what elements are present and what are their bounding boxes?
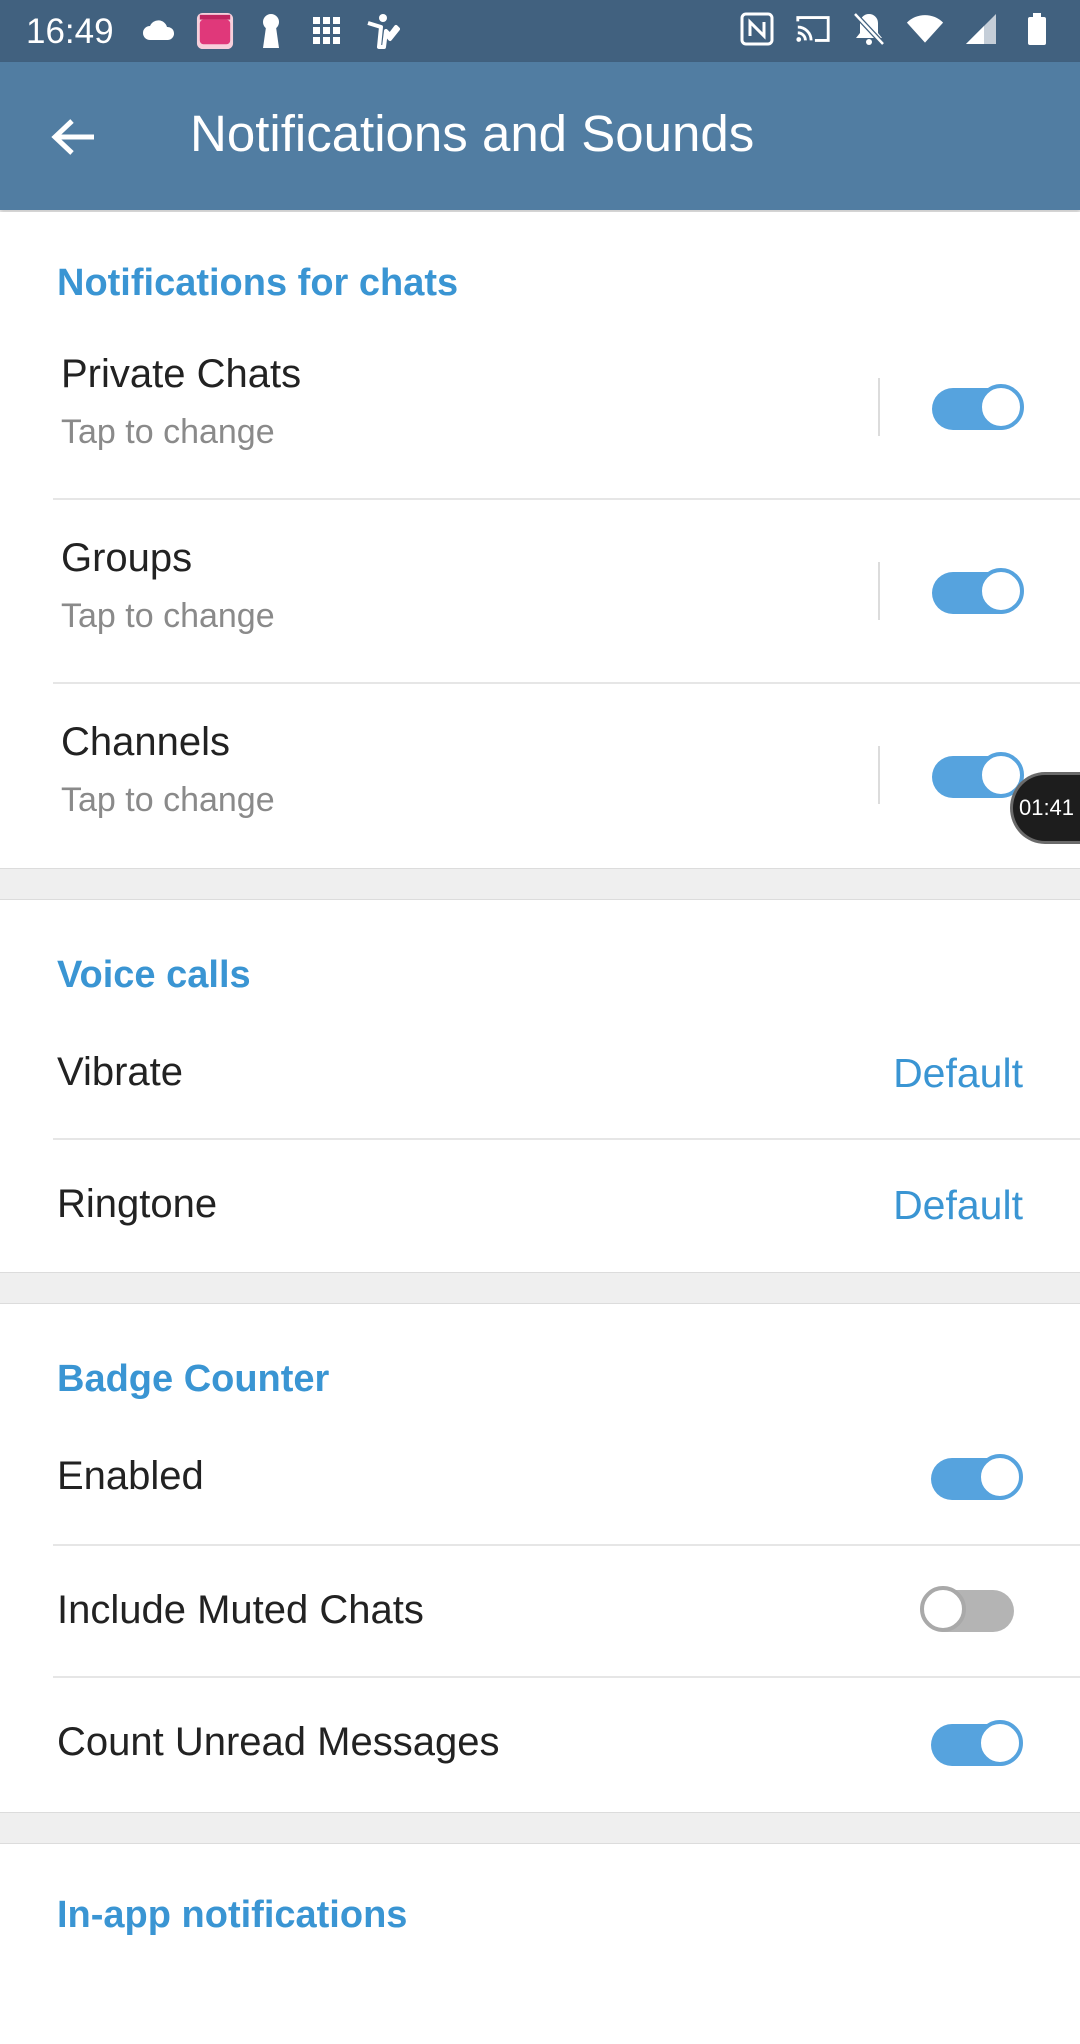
bell-off-icon: [850, 10, 888, 48]
timer-bubble[interactable]: 01:41: [1010, 772, 1080, 844]
row-title: Enabled: [57, 1454, 204, 1498]
vibrate-row[interactable]: Vibrate Default: [0, 1008, 1080, 1140]
vibrate-value: Default: [893, 1050, 1023, 1096]
nfc-icon: [738, 10, 776, 48]
status-time: 16:49: [26, 12, 114, 51]
row-subtitle: Tap to change: [61, 597, 275, 635]
enabled-row[interactable]: Enabled: [0, 1412, 1080, 1546]
groups-toggle[interactable]: [932, 568, 1024, 614]
private-chats-row[interactable]: Private Chats Tap to change: [0, 316, 1080, 500]
section-gap: [0, 1272, 1080, 1304]
divider: [878, 562, 880, 620]
grid-icon: [308, 12, 346, 50]
enabled-toggle[interactable]: [931, 1454, 1023, 1500]
count-unread-messages-row[interactable]: Count Unread Messages: [0, 1678, 1080, 1812]
row-title: Vibrate: [57, 1050, 184, 1094]
cloud-icon: [140, 12, 178, 50]
wifi-icon: [906, 10, 944, 48]
ringtone-row[interactable]: Ringtone Default: [0, 1140, 1080, 1272]
section-header: In-app notifications: [57, 1894, 408, 1936]
section-gap: [0, 1812, 1080, 1844]
row-title: Groups: [61, 536, 193, 580]
channels-row[interactable]: Channels Tap to change: [0, 684, 1080, 868]
row-title: Private Chats: [61, 352, 302, 396]
divider: [878, 746, 880, 804]
divider: [878, 378, 880, 436]
in-app-notifications-section: In-app notifications: [0, 1844, 1080, 2044]
groups-row[interactable]: Groups Tap to change: [0, 500, 1080, 684]
section-header: Badge Counter: [57, 1358, 330, 1400]
row-title: Channels: [61, 720, 231, 764]
arrow-left-icon: [51, 119, 94, 155]
include-muted-chats-toggle[interactable]: [920, 1586, 1014, 1632]
row-title: Ringtone: [57, 1182, 218, 1226]
private-chats-toggle[interactable]: [932, 384, 1024, 430]
figure-icon: [364, 12, 402, 50]
app-bar: Notifications and Sounds: [0, 62, 1080, 210]
page-title: Notifications and Sounds: [190, 105, 755, 162]
ringtone-value: Default: [893, 1182, 1023, 1228]
include-muted-chats-row[interactable]: Include Muted Chats: [0, 1546, 1080, 1678]
signal-icon: [962, 10, 1000, 48]
section-gap: [0, 868, 1080, 900]
count-unread-messages-toggle[interactable]: [931, 1720, 1023, 1766]
section-header: Voice calls: [57, 954, 251, 996]
badge-counter-section: Badge Counter Enabled Include Muted Chat…: [0, 1304, 1080, 1812]
cast-icon: [794, 10, 832, 48]
voice-calls-section: Voice calls Vibrate Default Ringtone Def…: [0, 900, 1080, 1272]
app-notification-icon: [196, 12, 234, 50]
status-bar: 16:49: [0, 0, 1080, 62]
row-title: Count Unread Messages: [57, 1720, 500, 1764]
battery-icon: [1018, 10, 1056, 48]
row-subtitle: Tap to change: [61, 413, 275, 451]
section-header: Notifications for chats: [57, 262, 459, 304]
back-button[interactable]: [38, 102, 108, 172]
row-title: Include Muted Chats: [57, 1588, 424, 1632]
keyhole-icon: [252, 12, 290, 50]
row-subtitle: Tap to change: [61, 781, 275, 819]
chats-section: Notifications for chats Private Chats Ta…: [0, 212, 1080, 868]
channels-toggle[interactable]: [932, 752, 1024, 798]
settings-list: Notifications for chats Private Chats Ta…: [0, 212, 1080, 2044]
